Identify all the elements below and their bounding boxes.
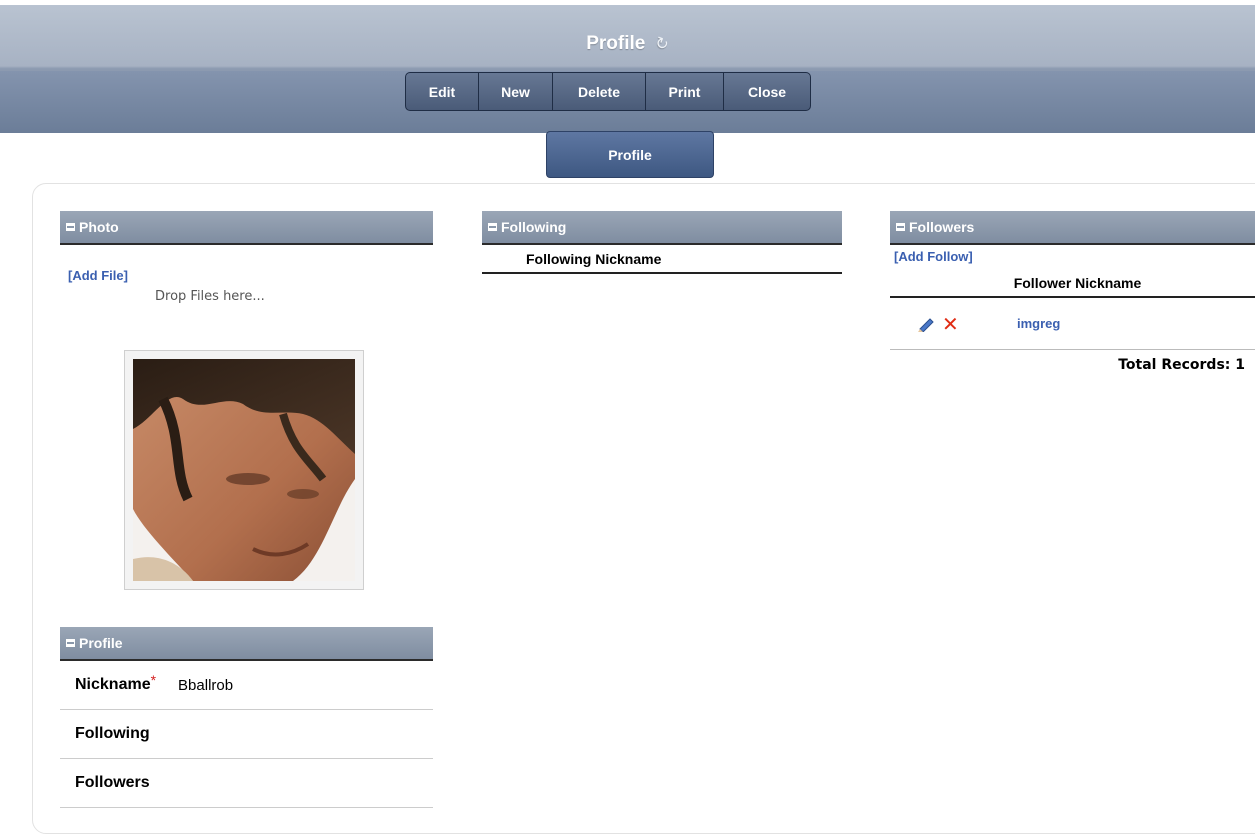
- followers-label: Followers: [75, 774, 150, 791]
- table-row: ✕ imgreg: [890, 300, 1255, 350]
- tab-profile[interactable]: Profile: [546, 131, 714, 178]
- following-nickname-column[interactable]: Following Nickname: [526, 251, 661, 267]
- add-file-link[interactable]: [Add File]: [68, 268, 128, 283]
- page-title-text: Profile: [586, 33, 646, 54]
- collapse-icon[interactable]: [488, 223, 497, 231]
- collapse-icon[interactable]: [66, 223, 75, 231]
- following-row: Following: [60, 710, 433, 759]
- photo-section-header[interactable]: Photo: [60, 211, 433, 245]
- following-section-header[interactable]: Following: [482, 211, 842, 245]
- followers-section-header[interactable]: Followers: [890, 211, 1255, 245]
- profile-photo-image: [133, 359, 355, 581]
- following-section-title: Following: [501, 219, 567, 235]
- nickname-row: Nickname* Bballrob: [60, 661, 433, 710]
- profile-photo: [124, 350, 364, 590]
- new-button[interactable]: New: [479, 73, 553, 110]
- edit-button[interactable]: Edit: [406, 73, 479, 110]
- profile-section-header[interactable]: Profile: [60, 627, 433, 661]
- pencil-icon[interactable]: [917, 316, 935, 337]
- follower-nickname-column[interactable]: Follower Nickname: [1014, 275, 1142, 291]
- collapse-icon[interactable]: [896, 223, 905, 231]
- add-follow-link[interactable]: [Add Follow]: [894, 249, 973, 264]
- nickname-label: Nickname*: [60, 672, 156, 694]
- followers-row: Followers: [60, 759, 433, 808]
- following-table-header: Following Nickname: [482, 246, 842, 274]
- required-mark: *: [150, 672, 157, 688]
- photo-section-title: Photo: [79, 219, 119, 235]
- following-label: Following: [75, 725, 150, 742]
- delete-x-icon[interactable]: ✕: [942, 315, 959, 335]
- profile-section-title: Profile: [79, 635, 123, 651]
- nickname-value: Bballrob: [178, 676, 234, 694]
- app-header: Profile ↻ Edit New Delete Print Close: [0, 0, 1255, 133]
- drop-zone-hint[interactable]: Drop Files here...: [155, 289, 265, 304]
- total-records: Total Records: 1: [1118, 357, 1245, 373]
- refresh-icon[interactable]: ↻: [652, 32, 671, 55]
- follower-nickname-link[interactable]: imgreg: [1017, 316, 1060, 331]
- delete-button[interactable]: Delete: [553, 73, 646, 110]
- close-button[interactable]: Close: [724, 73, 810, 110]
- page-title: Profile ↻: [0, 33, 1255, 55]
- followers-table-header: Follower Nickname: [890, 270, 1255, 298]
- collapse-icon[interactable]: [66, 639, 75, 647]
- print-button[interactable]: Print: [646, 73, 724, 110]
- toolbar: Edit New Delete Print Close: [405, 72, 811, 111]
- followers-section-title: Followers: [909, 219, 975, 235]
- nickname-label-text: Nickname: [75, 676, 151, 693]
